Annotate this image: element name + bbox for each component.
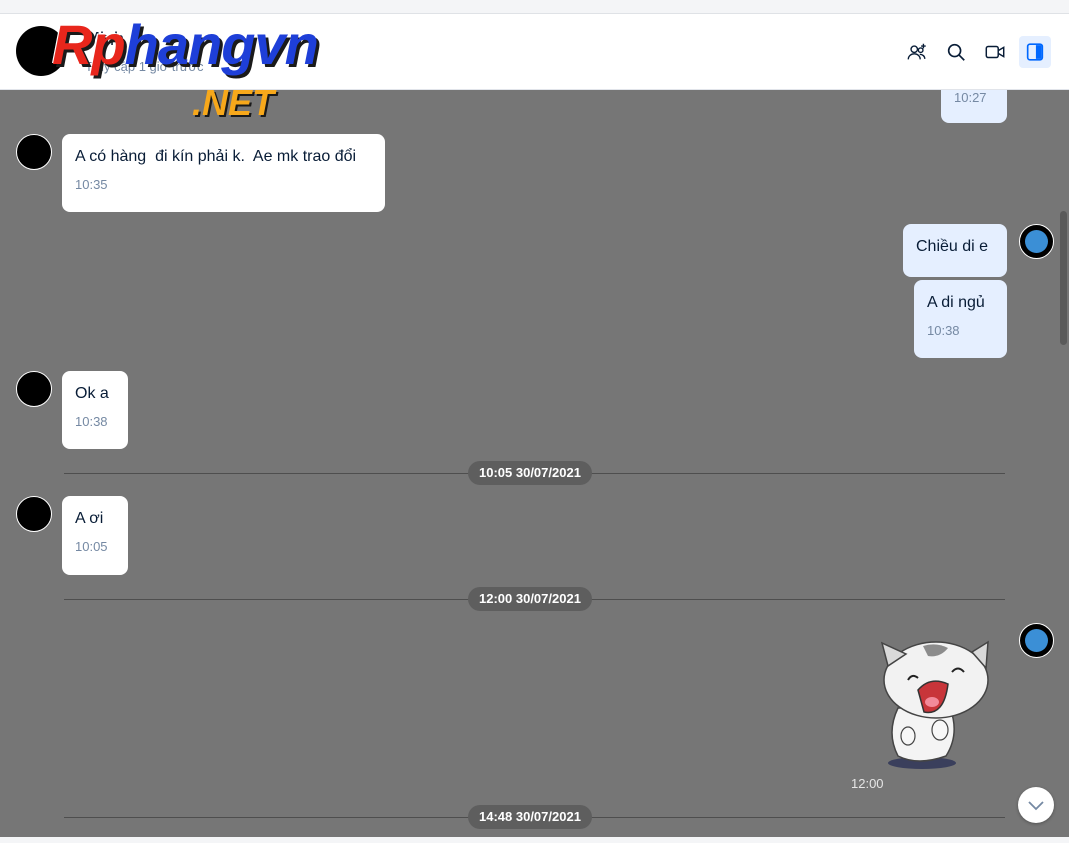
window-bottom-strip [0, 837, 1069, 843]
message-list[interactable]: 10:27 A có hàng đi kín phải k. Ae mk tra… [0, 90, 1069, 837]
message-time: 10:38 [75, 414, 108, 429]
cat-sticker[interactable] [868, 638, 992, 772]
message-text: Ok a [75, 385, 109, 402]
message-text: A di ngủ [927, 294, 985, 311]
scroll-to-bottom-button[interactable] [1018, 787, 1054, 823]
contact-name[interactable]: Minh [85, 29, 124, 50]
my-avatar[interactable] [1019, 224, 1054, 259]
add-member-icon [907, 43, 926, 60]
video-call-button[interactable] [979, 36, 1011, 68]
message-text: A có hàng đi kín phải k. Ae mk trao đổi [75, 148, 357, 165]
chat-header: Minh Truy cập 1 giờ trước [0, 14, 1069, 90]
message-bubble-incoming[interactable]: A ơi 10:05 [62, 496, 128, 575]
message-time: 10:05 [75, 539, 108, 554]
add-member-button[interactable] [901, 36, 933, 68]
message-bubble-incoming[interactable]: Ok a 10:38 [62, 371, 128, 449]
sticker-time: 12:00 [851, 776, 884, 791]
search-button[interactable] [940, 36, 972, 68]
message-bubble-incoming[interactable]: A có hàng đi kín phải k. Ae mk trao đổi … [62, 134, 385, 212]
message-text: A ơi [75, 510, 104, 527]
video-call-icon [985, 45, 1005, 59]
message-bubble-outgoing[interactable]: 10:27 [941, 90, 1007, 123]
my-avatar[interactable] [1019, 623, 1054, 658]
search-icon [947, 43, 965, 61]
chevron-down-icon [1028, 801, 1044, 811]
message-bubble-outgoing[interactable]: Chiều di e [903, 224, 1007, 277]
sender-avatar[interactable] [16, 134, 52, 170]
date-divider-label: 14:48 30/07/2021 [468, 805, 592, 829]
message-time: 10:35 [75, 177, 108, 192]
message-time: 10:27 [954, 90, 987, 105]
scrollbar-thumb[interactable] [1060, 211, 1067, 345]
contact-status: Truy cập 1 giờ trước [85, 59, 204, 74]
date-divider-label: 10:05 30/07/2021 [468, 461, 592, 485]
sidebar-toggle-icon [1026, 43, 1044, 61]
message-text: Chiều di e [916, 238, 989, 255]
sender-avatar[interactable] [16, 496, 52, 532]
contact-avatar[interactable] [16, 26, 66, 76]
sender-avatar[interactable] [16, 371, 52, 407]
sidebar-toggle-button[interactable] [1019, 36, 1051, 68]
message-time: 10:38 [927, 323, 960, 338]
message-bubble-outgoing[interactable]: A di ngủ 10:38 [914, 280, 1007, 358]
date-divider-label: 12:00 30/07/2021 [468, 587, 592, 611]
window-top-strip [0, 0, 1069, 14]
